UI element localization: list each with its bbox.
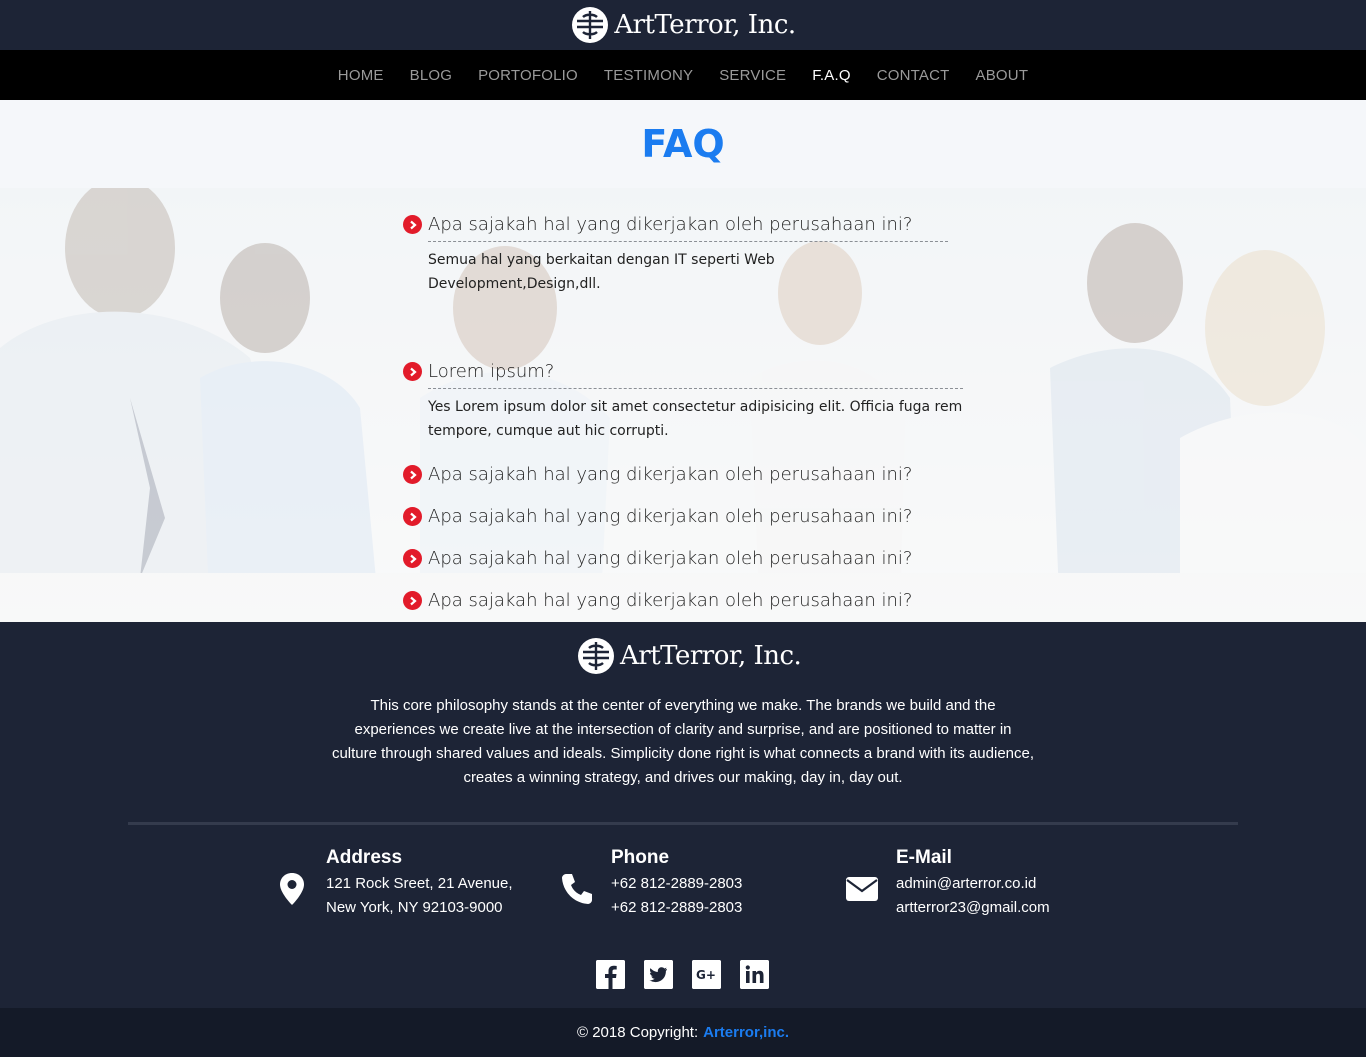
- facebook-icon[interactable]: [596, 960, 625, 989]
- phone-line-2[interactable]: +62 812-2889-2803: [611, 896, 742, 920]
- faq-list: Apa sajakah hal yang dikerjakan oleh per…: [403, 214, 973, 622]
- faq-question[interactable]: Apa sajakah hal yang dikerjakan oleh per…: [403, 548, 973, 569]
- chevron-right-icon: [403, 215, 422, 234]
- footer-description: This core philosophy stands at the cente…: [331, 697, 1035, 786]
- brand-bar: ArtTerror, Inc.: [0, 0, 1366, 50]
- chevron-right-icon: [403, 465, 422, 484]
- faq-item[interactable]: Apa sajakah hal yang dikerjakan oleh per…: [403, 464, 973, 485]
- faq-question[interactable]: Lorem ipsum?: [403, 361, 973, 382]
- footer: ArtTerror, Inc. This core philosophy sta…: [0, 622, 1366, 1008]
- faq-answer: Yes Lorem ipsum dolor sit amet consectet…: [428, 388, 963, 443]
- site-logo[interactable]: ArtTerror, Inc.: [570, 5, 796, 45]
- faq-question[interactable]: Apa sajakah hal yang dikerjakan oleh per…: [403, 464, 973, 485]
- faq-spacer: [403, 317, 973, 361]
- nav-portofolio[interactable]: PORTOFOLIO: [478, 67, 578, 84]
- envelope-icon: [842, 869, 882, 909]
- twitter-icon[interactable]: [644, 960, 673, 989]
- logo-mark-icon: [578, 638, 614, 674]
- title-band: FAQ: [0, 100, 1366, 188]
- address-line-2: New York, NY 92103-9000: [326, 899, 503, 916]
- chevron-right-icon: [403, 591, 422, 610]
- email-line-2[interactable]: artterror23@gmail.com: [896, 896, 1050, 920]
- footer-logo[interactable]: ArtTerror, Inc.: [576, 636, 802, 676]
- faq-item[interactable]: Apa sajakah hal yang dikerjakan oleh per…: [403, 590, 973, 611]
- faq-question[interactable]: Apa sajakah hal yang dikerjakan oleh per…: [403, 506, 973, 527]
- faq-question-text: Apa sajakah hal yang dikerjakan oleh per…: [428, 506, 913, 527]
- faq-answer: Semua hal yang berkaitan dengan IT seper…: [428, 241, 948, 296]
- faq-item[interactable]: Apa sajakah hal yang dikerjakan oleh per…: [403, 506, 973, 527]
- copyright-text: © 2018 Copyright:: [577, 1024, 699, 1041]
- phone-icon: [557, 869, 597, 909]
- chevron-right-icon: [403, 549, 422, 568]
- email-title: E-Mail: [896, 847, 952, 868]
- map-marker-icon: [272, 869, 312, 909]
- faq-question-text: Apa sajakah hal yang dikerjakan oleh per…: [428, 590, 913, 611]
- nav-testimony[interactable]: TESTIMONY: [604, 67, 693, 84]
- page-title: FAQ: [641, 122, 725, 166]
- social-links: G+: [596, 960, 769, 989]
- logo-text: ArtTerror, Inc.: [614, 10, 796, 40]
- chevron-right-icon: [403, 362, 422, 381]
- faq-question-text: Apa sajakah hal yang dikerjakan oleh per…: [428, 214, 913, 235]
- faq-section: Apa sajakah hal yang dikerjakan oleh per…: [0, 188, 1366, 622]
- chevron-right-icon: [403, 507, 422, 526]
- nav-contact[interactable]: CONTACT: [877, 67, 950, 84]
- faq-item[interactable]: Lorem ipsum? Yes Lorem ipsum dolor sit a…: [403, 361, 973, 443]
- nav-home[interactable]: HOME: [338, 67, 384, 84]
- svg-text:G+: G+: [696, 968, 716, 982]
- contact-address: Address 121 Rock Sreet, 21 Avenue, New Y…: [272, 847, 513, 920]
- nav-service[interactable]: SERVICE: [719, 67, 786, 84]
- faq-question-text: Apa sajakah hal yang dikerjakan oleh per…: [428, 464, 913, 485]
- footer-logo-text: ArtTerror, Inc.: [620, 641, 802, 671]
- email-line-1[interactable]: admin@arterror.co.id: [896, 872, 1050, 896]
- copyright-bar: © 2018 Copyright: Arterror,inc.: [0, 1008, 1366, 1057]
- nav-faq[interactable]: F.A.Q: [812, 67, 851, 84]
- contact-email: E-Mail admin@arterror.co.id artterror23@…: [842, 847, 1050, 920]
- logo-mark-icon: [572, 7, 609, 43]
- faq-question[interactable]: Apa sajakah hal yang dikerjakan oleh per…: [403, 590, 973, 611]
- footer-divider: [128, 822, 1238, 825]
- faq-item[interactable]: Apa sajakah hal yang dikerjakan oleh per…: [403, 214, 973, 296]
- nav-blog[interactable]: BLOG: [410, 67, 452, 84]
- phone-title: Phone: [611, 847, 670, 868]
- phone-line-1[interactable]: +62 812-2889-2803: [611, 872, 742, 896]
- faq-question[interactable]: Apa sajakah hal yang dikerjakan oleh per…: [403, 214, 973, 235]
- address-title: Address: [326, 847, 403, 868]
- google-plus-icon[interactable]: G+: [692, 960, 721, 989]
- copyright-brand-link[interactable]: Arterror,inc.: [703, 1024, 789, 1041]
- main-nav: HOME BLOG PORTOFOLIO TESTIMONY SERVICE F…: [0, 50, 1366, 100]
- address-line-1: 121 Rock Sreet, 21 Avenue,: [326, 875, 513, 892]
- linkedin-icon[interactable]: [740, 960, 769, 989]
- contact-phone: Phone +62 812-2889-2803 +62 812-2889-280…: [557, 847, 742, 920]
- faq-question-text: Apa sajakah hal yang dikerjakan oleh per…: [428, 548, 913, 569]
- nav-about[interactable]: ABOUT: [976, 67, 1029, 84]
- faq-question-text: Lorem ipsum?: [428, 361, 555, 382]
- faq-item[interactable]: Apa sajakah hal yang dikerjakan oleh per…: [403, 548, 973, 569]
